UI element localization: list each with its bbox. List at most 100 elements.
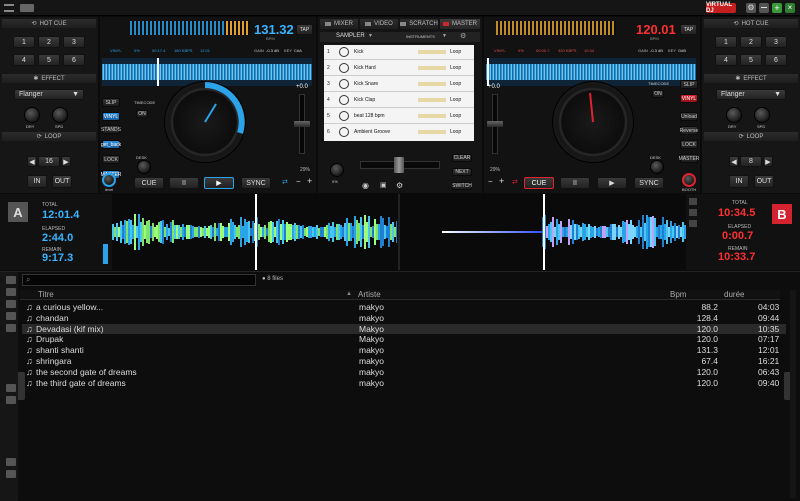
col-bpm[interactable]: Bpm [670,290,686,299]
menu-icon[interactable] [4,4,14,12]
browser-scrollbar[interactable] [790,290,796,498]
sampler-row[interactable]: 3 Kick Snare Loop [324,77,474,92]
track-row[interactable]: ♫ Drupak Makyo 120.0 07:17 [22,334,786,345]
next-button[interactable]: NEXT [452,168,472,176]
cue-button[interactable]: CUE [134,177,164,189]
stop-button[interactable]: II [560,177,590,189]
sort-icon[interactable]: ▲ [346,291,352,297]
history-icon[interactable] [6,300,16,308]
booth-knob[interactable] [682,173,696,187]
link-icon[interactable]: ⇄ [512,178,518,186]
effect-select[interactable]: Flanger ▼ [14,89,84,100]
sampler-row[interactable]: 5 beat 128 bpm Loop [324,109,474,124]
config-icon[interactable]: ⚙ [396,181,403,190]
scrolling-waveform-left[interactable] [112,194,397,270]
effect-select[interactable]: Flanger ▼ [716,89,786,100]
sample-play-icon[interactable] [339,95,349,105]
pitch-slider-handle[interactable] [487,121,503,127]
minimize-button[interactable] [759,3,769,13]
recordings-icon[interactable] [6,384,16,392]
sample-play-icon[interactable] [339,111,349,121]
hotcue-button-5[interactable]: 5 [38,54,60,66]
slip-button[interactable]: SLIP [680,80,698,89]
track-row[interactable]: ♫ shanti shanti makyo 131.3 12:01 [22,345,786,356]
sample-volume-bar[interactable] [418,130,446,134]
loop-out-button[interactable]: OUT [52,175,72,188]
unload-button[interactable]: Unload [680,112,698,121]
sample-volume-bar[interactable] [418,66,446,70]
loop-out-button[interactable]: OUT [754,175,774,188]
sample-volume-bar[interactable] [418,98,446,102]
add-icon[interactable] [6,458,16,466]
playlist-icon[interactable] [6,288,16,296]
loop-size-decrease[interactable]: ◀ [27,156,37,167]
loop-size-decrease[interactable]: ◀ [729,156,739,167]
col-duration[interactable]: durée [724,290,744,299]
loop-in-button[interactable]: IN [27,175,47,188]
hotcue-button-2[interactable]: 2 [38,36,60,48]
cue-button[interactable]: CUE [524,177,554,189]
lock-button[interactable]: LOCK [102,155,120,164]
sample-volume-bar[interactable] [418,114,446,118]
sampler-volume-knob[interactable] [330,163,344,177]
sampler-mode[interactable]: INSTRUMENTS [406,34,435,39]
close-button[interactable]: × [785,3,795,13]
tap-button[interactable]: TAP [680,24,697,35]
track-row[interactable]: ♫ Devadasi (kif mix) Makyo 120.0 10:35 [22,323,786,335]
sampler-row[interactable]: 1 Kick Loop [324,45,474,60]
sample-play-icon[interactable] [339,63,349,73]
switch-button[interactable]: SWITCH [452,182,472,190]
getback-button[interactable]: get_back [101,140,121,149]
hotcue-button-5[interactable]: 5 [740,54,762,66]
lock-button[interactable]: LOCK [680,140,698,149]
vinyl-button[interactable]: VINYL [102,112,120,121]
effect-knob-spd[interactable] [754,107,770,123]
track-row[interactable]: ♫ a curious yellow... makyo 88.2 04:03 [22,302,786,313]
sample-play-icon[interactable] [339,47,349,57]
track-row[interactable]: ♫ the second gate of dreams makyo 120.0 06:4… [22,367,786,378]
track-row[interactable]: ♫ the third gate of dreams makyo 120.0 09:40 [22,378,786,389]
effect-knob-dry[interactable] [726,107,742,123]
sync-button[interactable]: SYNC [634,177,664,189]
hotcue-button-3[interactable]: 3 [765,36,787,48]
tab-video[interactable]: VIDEO [360,19,398,29]
level-knob[interactable] [102,173,116,187]
track-row[interactable]: ♫ chandan makyo 128.4 09:44 [22,313,786,324]
hotcue-button-3[interactable]: 3 [63,36,85,48]
pitch-plus-icon[interactable]: + [307,176,312,186]
effect-knob-spd[interactable] [52,107,68,123]
sampler-row[interactable]: 2 Kick Hard Loop [324,61,474,76]
hotcue-button-2[interactable]: 2 [740,36,762,48]
hotcue-button-1[interactable]: 1 [13,36,35,48]
sample-play-icon[interactable] [339,127,349,137]
hotcue-button-6[interactable]: 6 [63,54,85,66]
tab-master[interactable]: MASTER [440,19,480,29]
scrolling-waveform-right[interactable] [400,194,686,270]
grid-icon[interactable] [689,220,697,227]
pitch-plus-icon[interactable]: + [499,176,504,186]
sampler-settings-icon[interactable]: ⚙ [460,32,466,40]
tab-mixer[interactable]: MIXER [320,19,358,29]
sampler-dropdown-icon[interactable]: ▼ [368,33,373,39]
sample-volume-bar[interactable] [418,82,446,86]
tab-scratch[interactable]: SCRATCH [400,19,438,29]
effects-icon[interactable] [6,324,16,332]
desk-knob[interactable] [650,160,664,174]
timecode-on-button[interactable]: ON [652,90,664,98]
vinyl-button[interactable]: VINYL [680,94,698,103]
sample-volume-bar[interactable] [418,50,446,54]
search-field[interactable]: ⌕ [22,274,256,286]
settings-icon[interactable]: ⚙ [746,3,756,13]
crossfader-handle[interactable] [394,157,404,173]
pitch-minus-icon[interactable]: − [488,177,493,186]
remove-icon[interactable] [6,470,16,478]
sampler-icon[interactable] [6,312,16,320]
loop-in-button[interactable]: IN [729,175,749,188]
master-button[interactable]: MASTER [679,154,699,163]
col-title[interactable]: Titre [38,290,54,299]
cloud-icon[interactable] [6,396,16,404]
track-row[interactable]: ♫ shringara makyo 67.4 16:21 [22,356,786,367]
hotcue-button-1[interactable]: 1 [715,36,737,48]
slip-button[interactable]: SLIP [102,98,120,107]
hotcue-button-6[interactable]: 6 [765,54,787,66]
